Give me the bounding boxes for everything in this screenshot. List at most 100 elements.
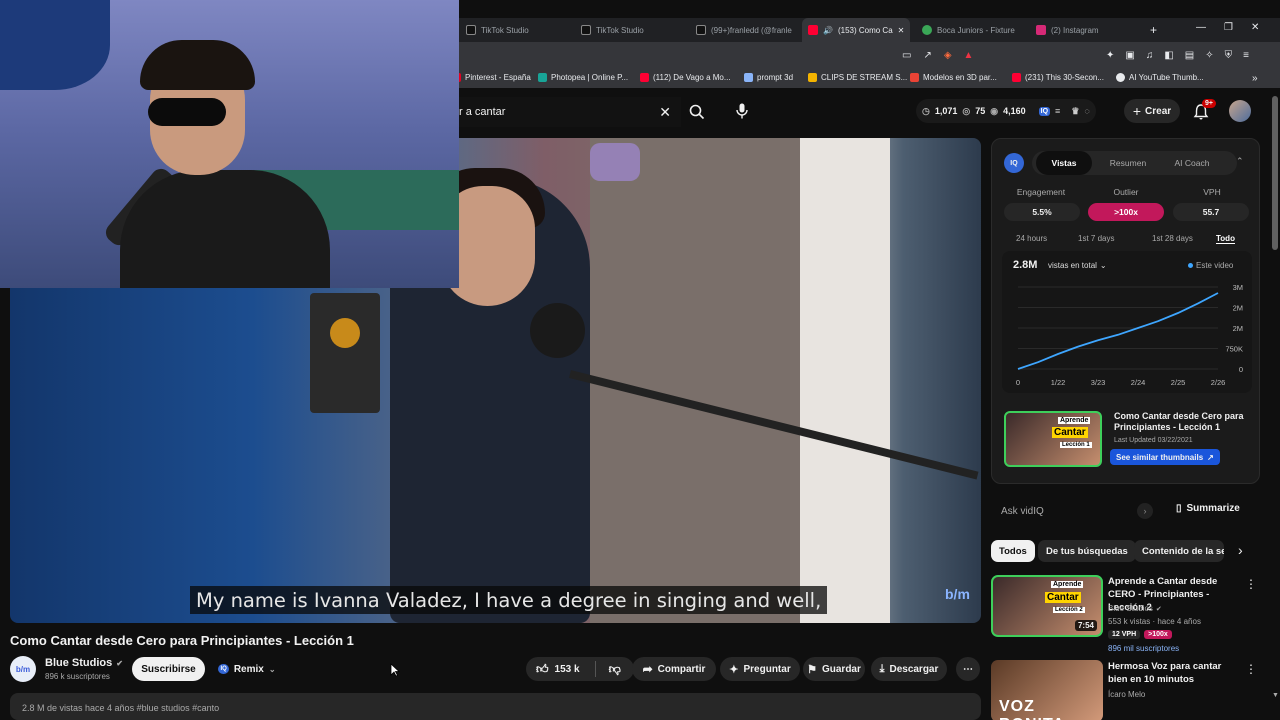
rec-channel-name[interactable]: Ícaro Melo bbox=[1108, 690, 1145, 699]
range-todo[interactable]: Todo bbox=[1216, 234, 1235, 244]
new-tab-button[interactable]: + bbox=[1144, 18, 1160, 42]
rec-channel[interactable]: Blue Studios ✔ bbox=[1108, 604, 1162, 613]
range-7d[interactable]: 1st 7 days bbox=[1078, 234, 1114, 243]
send-arrow-icon[interactable]: › bbox=[1137, 503, 1153, 519]
thumbnail-text: VOZ BONITA bbox=[999, 698, 1064, 720]
subscribe-button[interactable]: Suscribirse bbox=[132, 657, 205, 681]
channel-watermark[interactable]: b/m bbox=[945, 586, 970, 602]
remix-button[interactable]: IQ Remix ⌄ bbox=[212, 657, 282, 681]
bookmark-modelos-3d[interactable]: Modelos en 3D par... bbox=[910, 73, 997, 82]
collapse-chevron-icon[interactable]: ⌃ bbox=[1236, 156, 1244, 167]
chip-contenido-serie[interactable]: Contenido de la ser bbox=[1134, 540, 1224, 562]
page-scrollbar[interactable] bbox=[1272, 96, 1278, 250]
brave-shield-icon[interactable]: ◈ bbox=[944, 50, 952, 61]
share-button[interactable]: ➦ Compartir bbox=[632, 657, 716, 681]
sidebar-icon[interactable]: ◧ bbox=[1164, 50, 1173, 61]
x-tick-label: 1/22 bbox=[1051, 378, 1066, 387]
range-28d[interactable]: 1st 28 days bbox=[1152, 234, 1193, 243]
ai-icon bbox=[1116, 73, 1125, 82]
bookmark-clips[interactable]: CLIPS DE STREAM S... bbox=[808, 73, 907, 82]
bookmark-prompt-3d[interactable]: prompt 3d bbox=[744, 73, 793, 82]
rec-vidiq-badges: 12 VPH >100x bbox=[1108, 630, 1172, 639]
tab-resumen[interactable]: Resumen bbox=[1098, 151, 1158, 175]
see-similar-thumbnails-button[interactable]: See similar thumbnails ↗ bbox=[1110, 449, 1220, 465]
tab-tiktok-studio-2[interactable]: TikTok Studio bbox=[575, 18, 687, 42]
music-icon[interactable]: ♫ bbox=[1146, 50, 1154, 61]
x-tick-label: 2/24 bbox=[1131, 378, 1146, 387]
search-icon bbox=[689, 104, 705, 120]
extension-puzzle-icon[interactable]: ✦ bbox=[1106, 50, 1114, 61]
minimize-icon[interactable]: — bbox=[1196, 22, 1206, 33]
list-icon[interactable]: ≡ bbox=[1055, 106, 1060, 116]
webcam-sunglasses bbox=[148, 98, 226, 126]
clock-icon: ◷ bbox=[922, 105, 930, 116]
ai-icon[interactable]: ✧ bbox=[1205, 50, 1213, 61]
bookmark-ai-thumb[interactable]: AI YouTube Thumb... bbox=[1116, 73, 1204, 82]
tab-ai-coach[interactable]: AI Coach bbox=[1162, 151, 1222, 175]
recommendation-item[interactable]: VOZ BONITA Hermosa Voz para cantar bien … bbox=[991, 660, 1263, 720]
menu-icon[interactable]: ≡ bbox=[1243, 50, 1249, 61]
trophy-icon[interactable]: ♛ bbox=[1071, 106, 1079, 117]
ask-vidiq-input[interactable]: Ask vidIQ › bbox=[991, 497, 1161, 525]
rec-thumbnail[interactable]: VOZ BONITA bbox=[991, 660, 1103, 720]
wallet-icon[interactable]: ▤ bbox=[1185, 50, 1194, 61]
rec-thumbnail[interactable]: Aprende Cantar Lección 2 7:54 bbox=[991, 575, 1103, 637]
user-avatar[interactable] bbox=[1229, 100, 1251, 122]
save-button[interactable]: ⚑ Guardar bbox=[803, 657, 865, 681]
share-icon[interactable]: ↗ bbox=[923, 50, 931, 61]
voice-search-button[interactable] bbox=[728, 97, 756, 125]
download-button[interactable]: ⤓ Descargar bbox=[871, 657, 947, 681]
tab-vistas[interactable]: Vistas bbox=[1036, 151, 1092, 175]
thumbnail-text: Cantar bbox=[1045, 592, 1081, 603]
tab-instagram[interactable]: (2) Instagram bbox=[1030, 18, 1140, 42]
ask-button[interactable]: ✦ Preguntar bbox=[720, 657, 800, 681]
vpn-icon[interactable]: ⛨ bbox=[1225, 50, 1233, 61]
range-24h[interactable]: 24 hours bbox=[1016, 234, 1047, 243]
more-vert-icon[interactable]: ⋮ bbox=[1245, 577, 1257, 591]
x-tick-label: 2/25 bbox=[1171, 378, 1186, 387]
close-window-icon[interactable]: ✕ bbox=[1251, 22, 1259, 33]
target-icon[interactable]: ◌ bbox=[1084, 106, 1089, 116]
more-bookmarks-button[interactable]: » bbox=[1252, 73, 1258, 84]
create-button[interactable]: + Crear bbox=[1124, 99, 1180, 123]
bookmark-youtube-1[interactable]: (112) De Vago a Mo... bbox=[640, 73, 731, 82]
verified-icon: ✔ bbox=[1155, 605, 1162, 613]
chip-todos[interactable]: Todos bbox=[991, 540, 1035, 562]
tab-label: Boca Juniors - Fixture bbox=[937, 25, 1015, 35]
vidiq-thumbnail[interactable]: Aprende Cantar Lección 1 bbox=[1004, 411, 1102, 467]
bookmark-pinterest[interactable]: Pinterest - España bbox=[452, 73, 531, 82]
bookmark-youtube-2[interactable]: (231) This 30-Secon... bbox=[1012, 73, 1104, 82]
scroll-down-arrow-icon[interactable]: ▼ bbox=[1272, 692, 1279, 699]
tab-boca-juniors[interactable]: Boca Juniors - Fixture bbox=[916, 18, 1028, 42]
summarize-button[interactable]: ▯ Summarize bbox=[1176, 503, 1240, 514]
search-input[interactable]: r a cantar ✕ bbox=[459, 97, 681, 127]
rewards-icon[interactable]: ▲ bbox=[964, 50, 974, 61]
chips-next-chevron-icon[interactable]: › bbox=[1238, 542, 1243, 558]
dislike-button[interactable]: 👎︎ bbox=[609, 662, 621, 677]
description-box[interactable]: 2.8 M de vistas hace 4 años #blue studio… bbox=[10, 693, 981, 720]
channel-avatar[interactable]: b/m bbox=[10, 656, 36, 682]
chip-de-tus-busquedas[interactable]: De tus búsquedas bbox=[1038, 540, 1136, 562]
channel-name-link[interactable]: Blue Studios ✔ bbox=[45, 657, 123, 669]
recommendation-item[interactable]: Aprende Cantar Lección 2 7:54 Aprende a … bbox=[991, 575, 1263, 657]
tab-tiktok-studio-1[interactable]: TikTok Studio bbox=[460, 18, 572, 42]
tab-tiktok-profile[interactable]: (99+)franledd (@franle bbox=[690, 18, 798, 42]
restore-icon[interactable]: ❐ bbox=[1224, 22, 1233, 33]
more-actions-button[interactable]: ⋯ bbox=[956, 657, 980, 681]
search-button[interactable] bbox=[681, 97, 713, 127]
rec-title[interactable]: Hermosa Voz para cantar bien en 10 minut… bbox=[1108, 660, 1243, 686]
like-button[interactable]: 👍︎ 153 k bbox=[536, 662, 580, 677]
divider bbox=[594, 661, 596, 677]
extension-icon[interactable]: ▣ bbox=[1125, 50, 1134, 61]
install-app-icon[interactable]: ▭ bbox=[902, 50, 911, 61]
notifications-button[interactable]: 9+ bbox=[1192, 99, 1216, 121]
close-tab-icon[interactable]: ✕ bbox=[898, 26, 905, 35]
thumb-icon: ◎ bbox=[962, 105, 971, 116]
bookmark-photopea[interactable]: Photopea | Online P... bbox=[538, 73, 628, 82]
clear-search-icon[interactable]: ✕ bbox=[659, 104, 671, 121]
last-updated: Last Updated 03/22/2021 bbox=[1114, 437, 1193, 444]
tab-youtube-active[interactable]: 🔊 (153) Como Ca ✕ bbox=[802, 18, 910, 42]
webcam-overlay bbox=[0, 0, 459, 288]
more-vert-icon[interactable]: ⋮ bbox=[1245, 662, 1257, 676]
vidiq-logo-icon[interactable]: IQ bbox=[1038, 106, 1051, 116]
